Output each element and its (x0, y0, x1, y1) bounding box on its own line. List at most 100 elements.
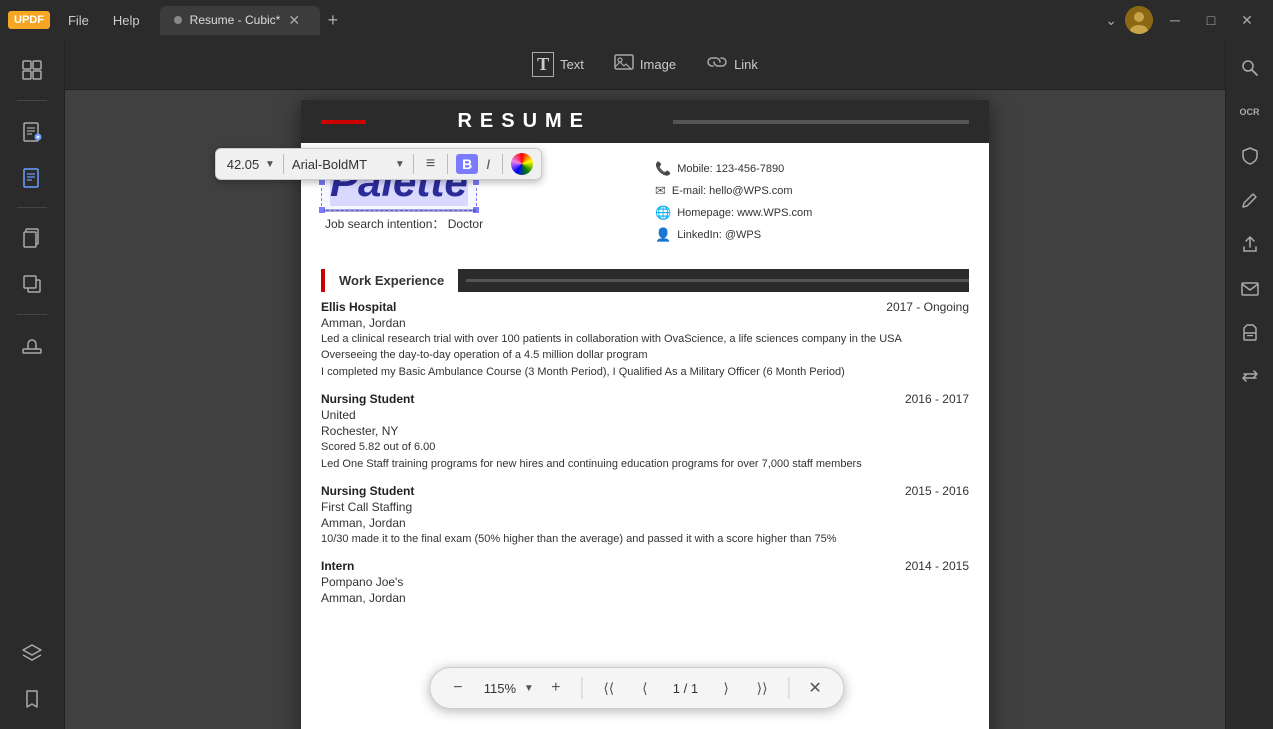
exp-entry-3: Nursing Student 2015 - 2016 First Call S… (321, 484, 969, 547)
font-family-value[interactable]: Arial-BoldMT (292, 157, 392, 172)
mail-icon[interactable] (1232, 270, 1268, 306)
bullet-2-1: Led One Staff training programs for new … (321, 457, 969, 472)
toolbar-divider-3 (447, 154, 448, 174)
phone-icon: 📞 (655, 161, 671, 177)
link-tool[interactable]: Link (706, 55, 758, 74)
pages-icon[interactable] (10, 218, 54, 258)
copy-icon[interactable] (10, 264, 54, 304)
menu-file[interactable]: File (58, 9, 99, 32)
resume-header: RESUME (301, 100, 989, 143)
bottom-divider-2 (788, 677, 789, 699)
mobile-text: Mobile: 123-456-7890 (677, 163, 784, 175)
search-icon[interactable] (1232, 50, 1268, 86)
prev-page-button[interactable]: ⟨ (631, 674, 659, 702)
thumbnail-icon[interactable] (10, 50, 54, 90)
zoom-control: 115% ▼ (480, 681, 534, 696)
exp-header-3: Nursing Student 2015 - 2016 (321, 484, 969, 498)
close-overlay-button[interactable]: ✕ (801, 674, 829, 702)
company-2: Nursing Student (321, 392, 414, 406)
title-bar: UPDF File Help Resume - Cubic* ✕ + ⌄ ─ □… (0, 0, 1273, 40)
tab-close-button[interactable]: ✕ (288, 12, 300, 29)
web-icon: 🌐 (655, 205, 671, 221)
bullet-1-1: Overseeing the day-to-day operation of a… (321, 348, 969, 363)
exp-header-2: Nursing Student 2016 - 2017 (321, 392, 969, 406)
sub-company-3: First Call Staffing (321, 500, 969, 514)
layers-icon[interactable] (10, 633, 54, 673)
convert-icon[interactable] (1232, 358, 1268, 394)
pdf-page: RESUME Palette Job search intention： (301, 100, 989, 729)
menu-help[interactable]: Help (103, 9, 150, 32)
contacts-area: 📞 Mobile: 123-456-7890 ✉ E-mail: hello@W… (655, 153, 969, 249)
bottom-toolbar: − 115% ▼ + ⟨⟨ ⟨ 1 / 1 ⟩ ⟩⟩ ✕ (429, 667, 844, 709)
zoom-in-button[interactable]: + (542, 674, 570, 702)
toolbar-divider-4 (502, 154, 503, 174)
share-icon[interactable] (1232, 226, 1268, 262)
email-contact: ✉ E-mail: hello@WPS.com (655, 183, 969, 199)
font-size-control[interactable]: 42.05 ▼ (224, 157, 275, 172)
location-3: Amman, Jordan (321, 516, 969, 530)
underline-bar (324, 209, 476, 212)
scroll-bottom-button[interactable]: ⟩⟩ (748, 674, 776, 702)
company-4: Intern (321, 559, 354, 573)
zoom-dropdown[interactable]: ▼ (524, 683, 534, 694)
section-line (466, 279, 969, 282)
edit-right-icon[interactable] (1232, 182, 1268, 218)
next-page-button[interactable]: ⟩ (712, 674, 740, 702)
protect-icon[interactable] (1232, 138, 1268, 174)
homepage-text: Homepage: www.WPS.com (677, 207, 812, 219)
link-icon (706, 55, 728, 74)
print-icon[interactable] (1232, 314, 1268, 350)
font-family-dropdown[interactable]: ▼ (395, 159, 405, 170)
format-toolbar: 42.05 ▼ Arial-BoldMT ▼ ≡ B I (215, 148, 542, 180)
edit-icon[interactable] (10, 157, 54, 197)
left-sidebar (0, 40, 65, 729)
image-icon (614, 53, 634, 76)
exp-entry-4: Intern 2014 - 2015 Pompano Joe's Amman, … (321, 559, 969, 605)
company-1: Ellis Hospital (321, 300, 396, 314)
date-3: 2015 - 2016 (905, 484, 969, 498)
close-button[interactable]: ✕ (1233, 6, 1261, 34)
add-tab-button[interactable]: + (328, 10, 339, 31)
color-picker-button[interactable] (511, 153, 533, 175)
font-size-value[interactable]: 42.05 (224, 157, 262, 172)
red-bar-left (321, 120, 366, 124)
ocr-icon[interactable]: OCR (1232, 94, 1268, 130)
date-4: 2014 - 2015 (905, 559, 969, 573)
tab-resume[interactable]: Resume - Cubic* ✕ (160, 6, 320, 35)
bullet-2-0: Scored 5.82 out of 6.00 (321, 440, 969, 455)
bookmark-icon[interactable] (10, 679, 54, 719)
image-tool[interactable]: Image (614, 53, 676, 76)
app-logo: UPDF (8, 11, 50, 29)
align-button[interactable]: ≡ (422, 153, 439, 175)
annotation-icon[interactable] (10, 111, 54, 151)
bottom-divider-1 (582, 677, 583, 699)
linkedin-icon: 👤 (655, 227, 671, 243)
email-icon: ✉ (655, 183, 666, 199)
zoom-out-button[interactable]: − (444, 674, 472, 702)
text-tool-label: Text (560, 57, 584, 72)
sidebar-divider-2 (17, 207, 47, 208)
company-3: Nursing Student (321, 484, 414, 498)
avatar[interactable] (1125, 6, 1153, 34)
tab-label: Resume - Cubic* (190, 13, 281, 27)
text-icon: T (532, 52, 554, 77)
sidebar-divider-1 (17, 100, 47, 101)
italic-button[interactable]: I (482, 154, 494, 174)
window-controls: ⌄ ─ □ ✕ (1105, 6, 1261, 34)
toolbar-divider-1 (283, 154, 284, 174)
location-2: Rochester, NY (321, 424, 969, 438)
experience-section: Ellis Hospital 2017 - Ongoing Amman, Jor… (301, 300, 989, 605)
bullet-1-0: Led a clinical research trial with over … (321, 332, 969, 347)
font-size-dropdown[interactable]: ▼ (265, 159, 275, 170)
text-tool[interactable]: T Text (532, 52, 584, 77)
bold-button[interactable]: B (456, 154, 478, 174)
chevron-icon[interactable]: ⌄ (1105, 12, 1117, 29)
minimize-button[interactable]: ─ (1161, 6, 1189, 34)
stamp-icon[interactable] (10, 325, 54, 365)
resume-title: RESUME (376, 110, 673, 133)
zoom-value[interactable]: 115% (480, 681, 520, 696)
scroll-top-button[interactable]: ⟨⟨ (595, 674, 623, 702)
page-indicator: 1 / 1 (667, 681, 704, 696)
font-family-control[interactable]: Arial-BoldMT ▼ (292, 157, 405, 172)
maximize-button[interactable]: □ (1197, 6, 1225, 34)
